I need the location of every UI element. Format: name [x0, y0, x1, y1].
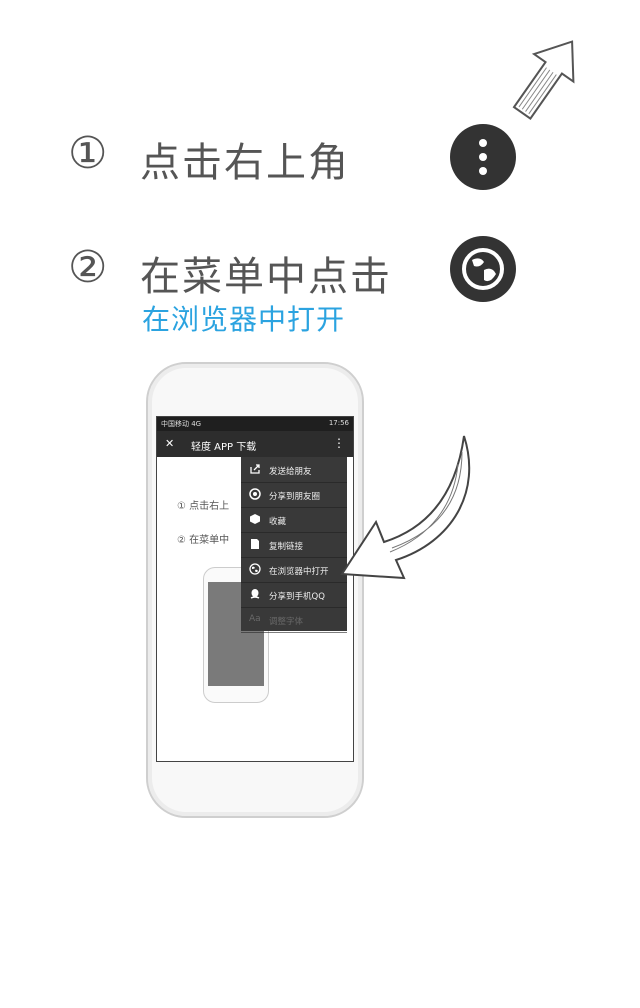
- status-time: 17:56: [328, 419, 349, 427]
- menu-item-label: 分享到手机QQ: [269, 592, 325, 602]
- share-icon: [250, 464, 260, 474]
- content-step-1: ① 点击右上: [177, 501, 230, 512]
- app-title: 轻度 APP 下载: [191, 442, 257, 453]
- step-1-text: 点击右上角: [140, 140, 350, 186]
- step-1-number: ①: [68, 128, 108, 179]
- font-icon: Aa: [249, 614, 261, 624]
- phone-screen: 中国移动 4G 17:56 ✕ 轻度 APP 下载 ⋮ ① 点击右上 ② 在菜单…: [156, 416, 354, 762]
- status-carrier: 中国移动 4G: [161, 420, 202, 428]
- menu-item-label: 复制链接: [269, 542, 304, 552]
- menu-item-label: 调整字体: [269, 617, 304, 627]
- step-2-number: ②: [68, 242, 108, 293]
- menu-item-label: 在浏览器中打开: [269, 567, 329, 577]
- close-icon[interactable]: ✕: [165, 437, 174, 450]
- globe-icon: [450, 236, 516, 302]
- menu-item-label: 收藏: [269, 517, 287, 527]
- more-menu-icon: [450, 124, 516, 190]
- content-step-2: ② 在菜单中: [177, 535, 230, 546]
- cube-icon: [250, 514, 260, 524]
- up-arrow-icon: [512, 40, 575, 120]
- moments-icon: [249, 488, 261, 500]
- status-bar: 中国移动 4G 17:56: [157, 417, 353, 431]
- document-icon: [251, 539, 259, 549]
- menu-item-label: 分享到朋友圈: [269, 492, 321, 502]
- app-bar: ✕ 轻度 APP 下载 ⋮: [157, 431, 353, 457]
- step-2-text: 在菜单中点击: [140, 254, 392, 300]
- menu-item-font[interactable]: Aa 调整字体: [241, 607, 347, 633]
- qq-penguin-icon: [250, 589, 260, 599]
- globe-icon: [249, 563, 261, 575]
- menu-item-label: 发送给朋友: [269, 467, 312, 477]
- curved-arrow-icon: [340, 435, 471, 580]
- step-2-subtext: 在浏览器中打开: [142, 303, 346, 336]
